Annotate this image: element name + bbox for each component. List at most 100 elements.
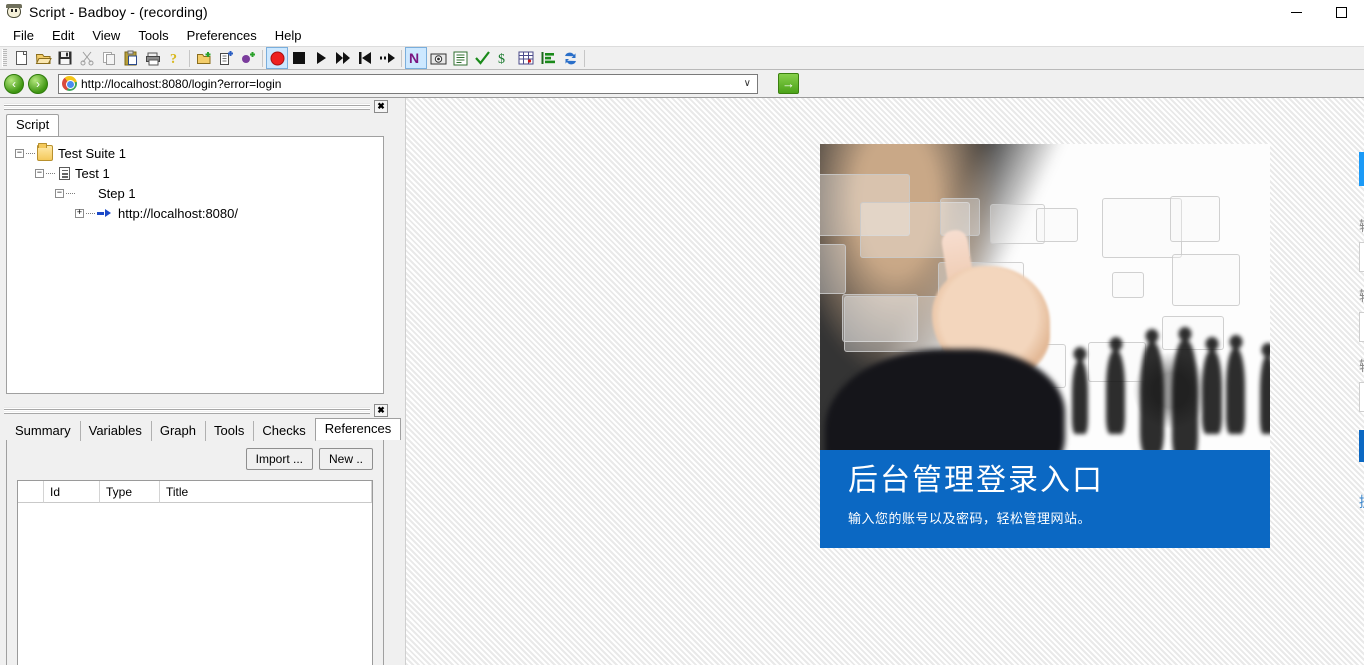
tab-summary[interactable]: Summary	[6, 421, 81, 441]
toolbar-separator	[584, 49, 585, 67]
tree-node-test-suite[interactable]: − Test Suite 1	[11, 143, 379, 163]
svg-text:N: N	[409, 50, 419, 66]
bottom-panel-close-icon[interactable]: ✖	[374, 403, 388, 417]
dollar-icon[interactable]: $	[493, 47, 515, 69]
tree-connector	[66, 192, 75, 194]
play-icon[interactable]	[310, 47, 332, 69]
new-icon[interactable]	[10, 47, 32, 69]
username-input[interactable]	[1359, 242, 1364, 272]
password-input[interactable]: 密码	[1359, 312, 1364, 342]
refresh-icon[interactable]	[559, 47, 581, 69]
tab-checks[interactable]: Checks	[253, 421, 316, 441]
tree-node-label: Test 1	[75, 165, 110, 181]
password-label: 输入您的密码	[1359, 286, 1364, 306]
logo-square-icon	[1359, 152, 1364, 186]
tree-connector	[46, 172, 55, 174]
menu-edit[interactable]: Edit	[43, 26, 83, 45]
tree-connector	[26, 152, 35, 154]
check-icon[interactable]	[471, 47, 493, 69]
back-button[interactable]: ‹	[4, 73, 24, 94]
menu-view[interactable]: View	[83, 26, 129, 45]
toolbar-separator	[401, 49, 402, 67]
chevron-down-icon[interactable]: ∨	[738, 78, 757, 89]
app-icon	[6, 4, 22, 20]
tree-node-url[interactable]: + http://localhost:8080/	[11, 203, 379, 223]
script-tree[interactable]: − Test Suite 1 − Test 1 − Step 1 + http:…	[6, 136, 384, 394]
new-button[interactable]: New ..	[318, 448, 373, 470]
save-icon[interactable]	[54, 47, 76, 69]
record-icon[interactable]	[266, 47, 288, 69]
login-button[interactable]: 登录	[1359, 430, 1364, 462]
references-button-row: Import ... New ..	[17, 448, 373, 470]
go-button[interactable]: →	[778, 73, 799, 94]
tab-script[interactable]: Script	[6, 114, 60, 136]
login-form: 儿 输入您的用户名 输入您的密码 密码 输入验证码 6848 看不清楚 登录	[1359, 144, 1364, 512]
script-panel-close-icon[interactable]: ✖	[374, 99, 388, 113]
new-suite-icon[interactable]	[193, 47, 215, 69]
toolbar-separator	[189, 49, 190, 67]
grid-icon[interactable]	[515, 47, 537, 69]
browser-scrollbar[interactable]	[392, 98, 406, 665]
left-panel: ✖ Script − Test Suite 1 − Test 1 − Step …	[0, 98, 402, 665]
new-step-icon[interactable]	[237, 47, 259, 69]
tab-tools[interactable]: Tools	[205, 421, 255, 441]
main-area: ✖ Script − Test Suite 1 − Test 1 − Step …	[0, 98, 1364, 665]
browser-viewport: 后台管理登录入口 输入您的账号以及密码，轻松管理网站。 儿 输入您的用户名 输入…	[392, 98, 1364, 665]
references-panel: Import ... New .. Id Type Title	[6, 440, 384, 665]
chart-icon[interactable]	[537, 47, 559, 69]
paste-icon[interactable]	[120, 47, 142, 69]
expander-icon[interactable]: +	[75, 208, 84, 218]
column-header-type[interactable]: Type	[100, 481, 160, 503]
bottom-panel-grip[interactable]	[4, 406, 370, 414]
cut-icon[interactable]	[76, 47, 98, 69]
tree-node-test[interactable]: − Test 1	[11, 163, 379, 183]
script-panel-header: ✖	[0, 98, 392, 114]
red-dot-icon	[77, 185, 93, 201]
script-panel-grip[interactable]	[4, 102, 370, 110]
site-logo: 儿	[1359, 144, 1364, 196]
report-icon[interactable]	[449, 47, 471, 69]
tree-node-label: Test Suite 1	[58, 145, 126, 161]
tab-variables[interactable]: Variables	[80, 421, 152, 441]
menu-file[interactable]: File	[4, 26, 43, 45]
open-folder-icon[interactable]	[32, 47, 54, 69]
minimize-button[interactable]	[1274, 0, 1319, 24]
import-button[interactable]: Import ...	[245, 448, 313, 470]
forward-button[interactable]: ›	[28, 73, 48, 94]
url-input[interactable]: http://localhost:8080/login?error=login …	[58, 73, 758, 94]
column-header-title[interactable]: Title	[160, 481, 372, 503]
new-test-icon[interactable]	[215, 47, 237, 69]
document-icon	[59, 166, 70, 180]
references-table[interactable]: Id Type Title	[17, 480, 373, 665]
expander-icon[interactable]: −	[35, 168, 44, 178]
banner-title: 后台管理登录入口	[848, 464, 1104, 497]
menu-help[interactable]: Help	[266, 26, 311, 45]
help-icon[interactable]: ?	[164, 47, 186, 69]
tab-references[interactable]: References	[314, 418, 402, 440]
toolbar-grip[interactable]	[2, 49, 7, 67]
expander-icon[interactable]: −	[15, 148, 24, 158]
tree-connector	[86, 212, 95, 214]
username-label: 输入您的用户名	[1359, 216, 1364, 236]
menu-bar: File Edit View Tools Preferences Help	[0, 24, 1364, 46]
screenshot-icon[interactable]	[427, 47, 449, 69]
captcha-label: 输入验证码	[1359, 356, 1364, 376]
title-bar: Script - Badboy - (recording)	[0, 0, 1364, 24]
print-icon[interactable]	[142, 47, 164, 69]
maximize-button[interactable]	[1319, 0, 1364, 24]
menu-preferences[interactable]: Preferences	[178, 26, 266, 45]
navigate-icon[interactable]: N	[405, 47, 427, 69]
tree-node-step[interactable]: − Step 1	[11, 183, 379, 203]
copy-icon[interactable]	[98, 47, 120, 69]
menu-tools[interactable]: Tools	[129, 26, 177, 45]
captcha-input[interactable]	[1359, 382, 1364, 412]
fast-forward-icon[interactable]	[332, 47, 354, 69]
tab-graph[interactable]: Graph	[151, 421, 206, 441]
tree-node-label: http://localhost:8080/	[118, 205, 238, 221]
rewind-icon[interactable]	[354, 47, 376, 69]
step-icon[interactable]	[376, 47, 398, 69]
column-header-id[interactable]: Id	[44, 481, 100, 503]
bottom-tabstrip: Summary Variables Graph Tools Checks Ref…	[0, 418, 402, 441]
stop-icon[interactable]	[288, 47, 310, 69]
expander-icon[interactable]: −	[55, 188, 64, 198]
